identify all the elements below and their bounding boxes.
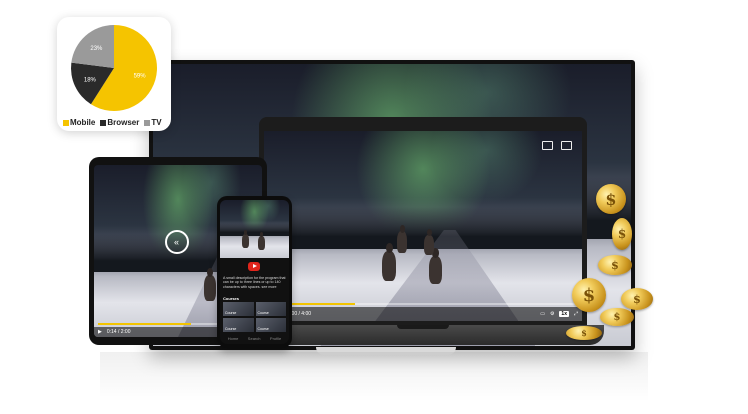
- sled-dog: [429, 248, 442, 284]
- time-display: 0:14 / 2:00: [106, 329, 131, 335]
- course-thumb[interactable]: Course: [255, 302, 286, 316]
- floor-reflection: [100, 352, 648, 402]
- laptop-progress-bar[interactable]: [268, 303, 578, 305]
- courses-heading: Courses: [223, 296, 240, 301]
- rewind-10-icon[interactable]: «: [164, 230, 189, 255]
- legend-item-browser: Browser: [100, 118, 139, 127]
- coin-icon: $: [596, 184, 626, 214]
- pie-chart: 59% 18% 23%: [71, 25, 158, 111]
- sled-dog: [382, 242, 396, 281]
- course-thumb[interactable]: Course: [223, 302, 254, 316]
- coin-icon: $: [566, 326, 602, 340]
- cast-controls: [542, 141, 572, 150]
- pie-legend: Mobile Browser TV: [63, 118, 167, 127]
- course-grid: Course Course Course Course: [223, 302, 286, 332]
- pie-label-mobile: 59%: [134, 73, 147, 79]
- phone-device: A small description for the program that…: [217, 196, 292, 348]
- tree-line: [220, 223, 289, 236]
- laptop-device: ▶ ◀) 0:00 / 4:00 ▭ ⚙ 1x ⤢: [259, 117, 587, 327]
- tab-profile[interactable]: Profile: [270, 336, 281, 341]
- phone-video-player[interactable]: [220, 200, 289, 258]
- program-description: A small description for the program that…: [223, 276, 286, 289]
- sled-dog: [242, 230, 249, 248]
- laptop-player-controls: ▶ ◀) 0:00 / 4:00 ▭ ⚙ 1x ⤢: [264, 307, 582, 321]
- speed-badge[interactable]: 1x: [559, 311, 569, 317]
- coin-icon: $: [598, 255, 632, 275]
- tab-search[interactable]: Search: [248, 336, 261, 341]
- play-icon[interactable]: ▶: [98, 329, 102, 335]
- course-thumb[interactable]: Course: [223, 318, 254, 332]
- fullscreen-icon[interactable]: ⤢: [574, 311, 578, 317]
- pip-icon[interactable]: [561, 141, 572, 150]
- legend-item-tv: TV: [144, 118, 162, 127]
- laptop-base: [242, 325, 604, 345]
- cast-icon[interactable]: [542, 141, 553, 150]
- phone-tab-bar: Home Search Profile: [223, 336, 286, 341]
- laptop-video-player[interactable]: ▶ ◀) 0:00 / 4:00 ▭ ⚙ 1x ⤢: [264, 131, 582, 321]
- legend-item-mobile: Mobile: [63, 118, 95, 127]
- coin-icon: $: [621, 288, 653, 310]
- play-button[interactable]: [248, 262, 260, 271]
- captions-icon[interactable]: ▭: [540, 311, 545, 317]
- pie-label-tv: 23%: [90, 46, 103, 52]
- sled-dog: [424, 229, 434, 255]
- tab-home[interactable]: Home: [228, 336, 239, 341]
- pie-label-browser: 18%: [84, 77, 97, 83]
- coin-icon: $: [600, 308, 634, 326]
- device-share-card: 59% 18% 23% Mobile Browser TV: [57, 17, 171, 131]
- coin-icon: $: [572, 278, 606, 312]
- sled-dog: [258, 232, 265, 250]
- coin-icon: $: [612, 218, 632, 250]
- tree-line: [264, 207, 582, 249]
- settings-icon[interactable]: ⚙: [550, 311, 554, 317]
- sled-dog: [397, 224, 407, 253]
- course-thumb[interactable]: Course: [255, 318, 286, 332]
- sled-dog: [204, 267, 216, 301]
